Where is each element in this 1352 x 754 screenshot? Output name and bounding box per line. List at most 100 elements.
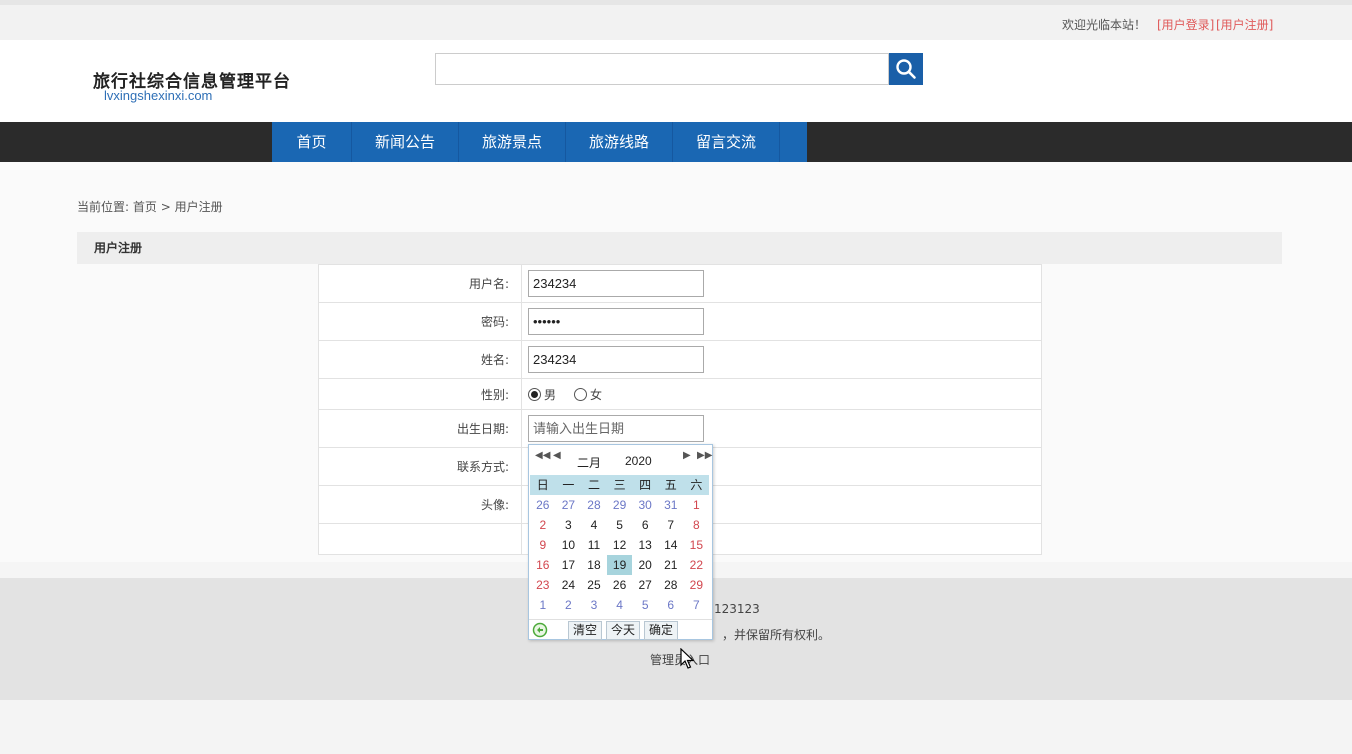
prev-year-icon[interactable]: ◀◀: [535, 450, 550, 461]
calendar-day[interactable]: 13: [632, 535, 658, 555]
form-row-password: 密码:: [319, 303, 1041, 341]
calendar-day[interactable]: 6: [658, 595, 684, 615]
calendar-day[interactable]: 14: [658, 535, 684, 555]
calendar-day[interactable]: 8: [684, 515, 710, 535]
calendar-day[interactable]: 24: [556, 575, 582, 595]
main-nav: 首页 新闻公告 旅游景点 旅游线路 留言交流: [0, 122, 1352, 162]
calendar-day[interactable]: 4: [581, 515, 607, 535]
username-input[interactable]: [528, 270, 704, 297]
birthdate-label: 出生日期:: [319, 410, 522, 447]
calendar-day[interactable]: 26: [530, 495, 556, 515]
calendar-day[interactable]: 16: [530, 555, 556, 575]
weekday-header: 一: [555, 475, 582, 495]
calendar-grid: 日一二三四五六 26 27 28 29 30 31 1 2 3 4 5 6 7 8 9 10 11 12 13 14 15…: [529, 475, 712, 615]
weekday-header: 六: [683, 475, 710, 495]
header: 旅行社综合信息管理平台 lvxingshexinxi.com: [0, 40, 1352, 122]
calendar-day[interactable]: 31: [658, 495, 684, 515]
calendar-day[interactable]: 28: [581, 495, 607, 515]
nav-item-attractions[interactable]: 旅游景点: [459, 122, 566, 162]
date-picker-footer: 清空 今天 确定: [529, 619, 712, 640]
password-label: 密码:: [319, 303, 522, 340]
calendar-day[interactable]: 27: [556, 495, 582, 515]
calendar-day[interactable]: 1: [530, 595, 556, 615]
calendar-day[interactable]: 21: [658, 555, 684, 575]
calendar-day[interactable]: 7: [658, 515, 684, 535]
name-input[interactable]: [528, 346, 704, 373]
password-input[interactable]: [528, 308, 704, 335]
calendar-day[interactable]: 9: [530, 535, 556, 555]
username-label: 用户名:: [319, 265, 522, 302]
weekday-header: 二: [581, 475, 607, 495]
calendar-day[interactable]: 7: [684, 595, 710, 615]
register-link[interactable]: [用户注册]: [1216, 16, 1273, 33]
breadcrumb-separator: >: [156, 200, 175, 214]
date-picker-header: ◀◀ ◀ 二月 2020 ▶ ▶▶: [529, 445, 712, 475]
nav-item-routes[interactable]: 旅游线路: [566, 122, 673, 162]
birthdate-input[interactable]: [528, 415, 704, 442]
calendar-day[interactable]: 1: [684, 495, 710, 515]
next-year-icon[interactable]: ▶▶: [697, 450, 712, 461]
gender-female-radio[interactable]: 女: [574, 386, 602, 403]
form-row-gender: 性别: 男 女: [319, 379, 1041, 410]
weekday-header: 四: [632, 475, 658, 495]
prev-month-icon[interactable]: ◀: [553, 450, 561, 461]
contact-label: 联系方式:: [319, 448, 522, 485]
calendar-day[interactable]: 3: [556, 515, 582, 535]
calendar-day[interactable]: 6: [632, 515, 658, 535]
nav-item-home[interactable]: 首页: [272, 122, 352, 162]
calendar-day[interactable]: 12: [607, 535, 633, 555]
calendar-day[interactable]: 27: [632, 575, 658, 595]
calendar-today-button[interactable]: 今天: [606, 620, 641, 640]
refresh-icon[interactable]: [532, 622, 548, 638]
calendar-year[interactable]: 2020: [625, 454, 652, 468]
calendar-day[interactable]: 22: [684, 555, 710, 575]
calendar-day[interactable]: 30: [632, 495, 658, 515]
calendar-day[interactable]: 3: [581, 595, 607, 615]
calendar-day[interactable]: 18: [581, 555, 607, 575]
section-title: 用户注册: [77, 232, 1282, 264]
login-link[interactable]: [用户登录]: [1157, 16, 1214, 33]
calendar-day[interactable]: 29: [684, 575, 710, 595]
calendar-day[interactable]: 20: [632, 555, 658, 575]
gender-female-label: 女: [590, 387, 603, 402]
radio-unchecked-icon: [574, 387, 588, 401]
calendar-day[interactable]: 19: [606, 555, 633, 575]
calendar-day[interactable]: 29: [607, 495, 633, 515]
breadcrumb-home[interactable]: 首页: [133, 200, 157, 214]
next-month-icon[interactable]: ▶: [683, 450, 691, 461]
calendar-day[interactable]: 5: [607, 515, 633, 535]
form-row-name: 姓名:: [319, 341, 1041, 379]
page-bottom: [0, 700, 1352, 754]
calendar-day[interactable]: 4: [607, 595, 633, 615]
date-picker-popup: ◀◀ ◀ 二月 2020 ▶ ▶▶ 日一二三四五六 26 27 28 29 30 31 1 2 3…: [528, 444, 713, 640]
mouse-cursor-icon: [680, 648, 694, 669]
calendar-day[interactable]: 25: [581, 575, 607, 595]
search-input[interactable]: [435, 53, 889, 85]
footer-contact-text: 123123: [714, 602, 760, 616]
calendar-day[interactable]: 5: [632, 595, 658, 615]
nav-item-messages[interactable]: 留言交流: [673, 122, 780, 162]
search-icon: [896, 59, 916, 79]
welcome-text: 欢迎光临本站！: [1062, 18, 1147, 32]
breadcrumb-prefix: 当前位置:: [77, 200, 130, 214]
calendar-day[interactable]: 15: [684, 535, 710, 555]
gender-male-label: 男: [544, 387, 557, 402]
nav-menu: 首页 新闻公告 旅游景点 旅游线路 留言交流: [272, 122, 807, 162]
calendar-day[interactable]: 11: [581, 535, 607, 555]
calendar-day[interactable]: 2: [556, 595, 582, 615]
calendar-day[interactable]: 26: [607, 575, 633, 595]
calendar-ok-button[interactable]: 确定: [644, 620, 679, 640]
calendar-clear-button[interactable]: 清空: [568, 620, 603, 640]
calendar-day[interactable]: 2: [530, 515, 556, 535]
calendar-day[interactable]: 17: [556, 555, 582, 575]
site-logo-domain[interactable]: lvxingshexinxi.com: [104, 88, 212, 103]
calendar-month[interactable]: 二月: [577, 454, 601, 471]
form-row-username: 用户名:: [319, 265, 1041, 303]
nav-item-news[interactable]: 新闻公告: [352, 122, 459, 162]
calendar-day[interactable]: 28: [658, 575, 684, 595]
gender-male-radio[interactable]: 男: [528, 386, 556, 403]
breadcrumb: 当前位置: 首页 > 用户注册: [77, 198, 223, 215]
calendar-day[interactable]: 23: [530, 575, 556, 595]
search-button[interactable]: [889, 53, 923, 85]
calendar-day[interactable]: 10: [556, 535, 582, 555]
